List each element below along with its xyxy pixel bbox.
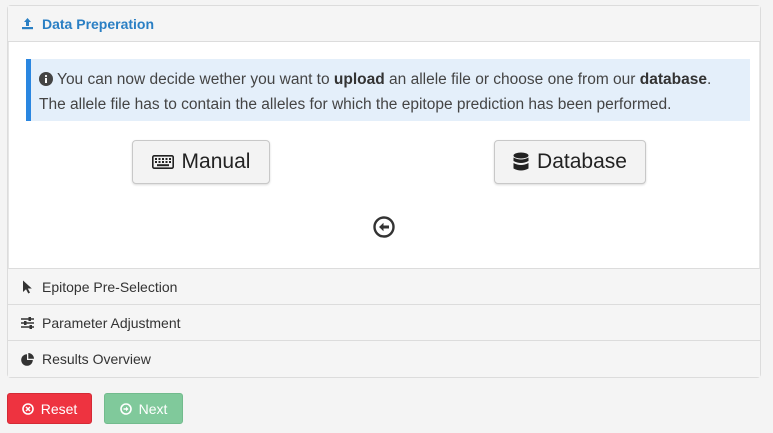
info-line-2: The allele file has to contain the allel…: [39, 96, 672, 113]
info-text-1: You can now decide wether you want to: [53, 71, 334, 88]
next-button-label: Next: [138, 400, 168, 417]
reset-button[interactable]: Reset: [7, 393, 92, 424]
info-text-2: an allele file or choose one from our: [384, 71, 640, 88]
arrow-circle-left-icon: [373, 216, 395, 238]
next-button[interactable]: Next: [104, 393, 183, 424]
section-header-results-overview[interactable]: Results Overview: [8, 341, 760, 377]
manual-button-label: Manual: [181, 150, 251, 173]
sliders-icon: [20, 316, 34, 330]
wizard-accordion: Data Preperation You can now decide weth…: [7, 5, 761, 378]
section-header-epitope-pre-selection[interactable]: Epitope Pre-Selection: [8, 269, 760, 305]
info-text-3: .: [706, 71, 712, 88]
arrow-circle-right-icon: [119, 402, 132, 415]
upload-icon: [20, 17, 34, 31]
section-title: Data Preperation: [42, 15, 155, 32]
times-circle-icon: [21, 402, 34, 415]
database-button[interactable]: Database: [494, 140, 646, 184]
database-icon: [513, 152, 529, 172]
info-bold-database: database: [639, 71, 707, 88]
cursor-icon: [20, 280, 34, 294]
section-header-data-preperation[interactable]: Data Preperation: [8, 6, 760, 42]
manual-button[interactable]: Manual: [132, 140, 270, 184]
back-button[interactable]: [373, 216, 395, 238]
info-bold-upload: upload: [333, 71, 385, 88]
database-button-label: Database: [537, 150, 627, 173]
reset-button-label: Reset: [40, 400, 78, 417]
info-circle-icon: [39, 72, 53, 86]
section-header-parameter-adjustment[interactable]: Parameter Adjustment: [8, 305, 760, 341]
section-title: Parameter Adjustment: [42, 314, 181, 331]
keyboard-icon: [151, 155, 174, 169]
section-body-data-preperation: You can now decide wether you want to up…: [8, 42, 760, 269]
section-title: Results Overview: [42, 351, 151, 367]
pie-chart-icon: [20, 352, 34, 366]
info-alert: You can now decide wether you want to up…: [26, 59, 750, 121]
section-title: Epitope Pre-Selection: [42, 278, 178, 295]
